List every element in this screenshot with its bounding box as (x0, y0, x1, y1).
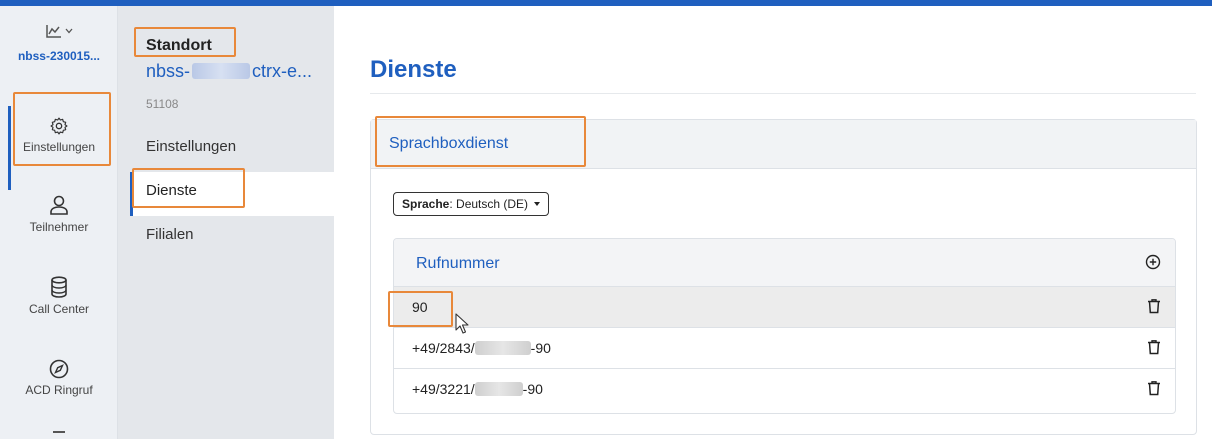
rail-item-label: ACD Ringruf (25, 383, 93, 397)
org-name: nbss-230015... (17, 49, 101, 63)
table-row[interactable]: +49/2843/-90 (394, 328, 1175, 369)
rail-item-label: Call Center (28, 302, 90, 316)
table-header: Rufnummer (394, 239, 1175, 287)
gear-icon (50, 117, 68, 135)
number-table: Rufnummer 90 +49/2843/-90 +49/3221/-90 (393, 238, 1176, 414)
trash-icon[interactable] (1147, 339, 1161, 358)
redacted-text (192, 63, 251, 79)
column-header: Rufnummer (416, 255, 500, 272)
org-switcher[interactable]: nbss-230015... (0, 24, 118, 63)
user-icon (50, 195, 68, 215)
site-number: 51108 (146, 97, 179, 111)
language-dropdown[interactable]: Sprache: Deutsch (DE) (393, 192, 550, 216)
table-row[interactable]: +49/3221/-90 (394, 369, 1175, 410)
icon-rail: nbss-230015... Einstellungen Teilnehmer … (0, 6, 118, 439)
rail-item-label: Teilnehmer (29, 220, 89, 234)
card-header: Sprachboxdienst (371, 120, 1196, 169)
compass-icon (49, 359, 69, 379)
redacted-text (474, 382, 523, 396)
rail-item-call-center[interactable]: Call Center (0, 276, 118, 316)
chevron-down-icon (65, 28, 72, 34)
site-subnav: Standort nbss-ctrx-e... 51108 Einstellun… (118, 6, 334, 439)
chart-icon (45, 24, 73, 38)
rail-more-icon (53, 431, 65, 433)
site-name[interactable]: nbss-ctrx-e... (146, 61, 312, 82)
trash-icon[interactable] (1147, 380, 1161, 399)
trash-icon[interactable] (1147, 298, 1161, 317)
card-title: Sprachboxdienst (389, 135, 509, 152)
caret-down-icon (534, 202, 541, 206)
page-title: Dienste (370, 56, 457, 83)
service-card: Sprachboxdienst Sprache: Deutsch (DE) Ru… (370, 119, 1197, 435)
rail-item-teilnehmer[interactable]: Teilnehmer (0, 194, 118, 234)
rail-item-acd-ringruf[interactable]: ACD Ringruf (0, 359, 118, 397)
subnav-item-einstellungen[interactable]: Einstellungen (146, 138, 236, 155)
subnav-item-filialen[interactable]: Filialen (146, 226, 194, 243)
phone-number: +49/2843/-90 (412, 340, 551, 356)
database-icon (51, 276, 67, 298)
add-circle-icon[interactable] (1145, 254, 1161, 275)
rail-item-label: Einstellungen (22, 140, 96, 154)
rail-item-einstellungen[interactable]: Einstellungen (0, 106, 118, 190)
phone-number: +49/3221/-90 (412, 381, 543, 397)
table-row[interactable]: 90 (394, 287, 1175, 328)
phone-number: 90 (412, 299, 428, 315)
section-label: Standort (146, 37, 212, 54)
subnav-item-dienste[interactable]: Dienste (146, 182, 197, 199)
redacted-text (474, 341, 531, 355)
mouse-cursor-icon (455, 313, 469, 334)
divider (370, 93, 1196, 94)
